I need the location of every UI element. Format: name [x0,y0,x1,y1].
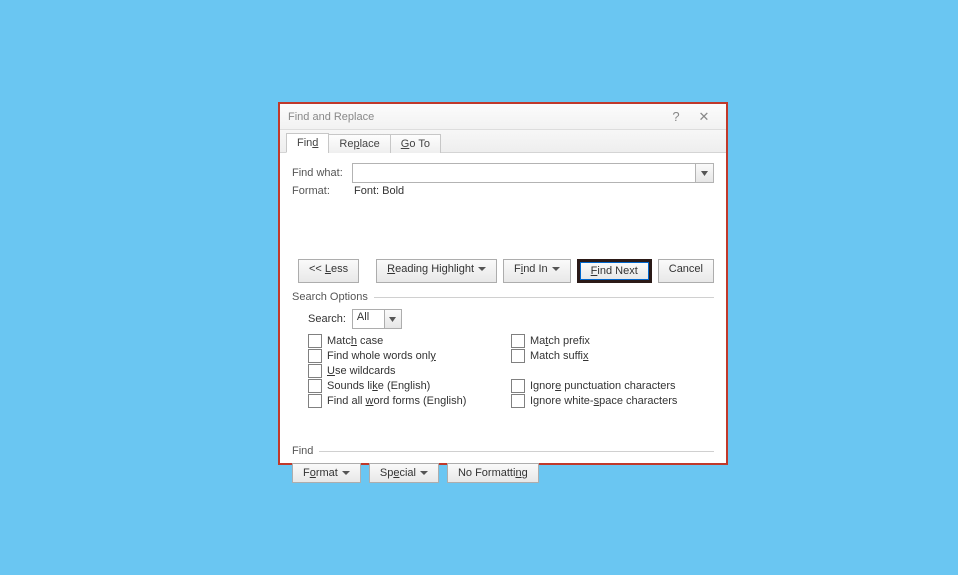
checkbox-icon [308,364,322,378]
match-case-checkbox[interactable]: Match case [308,334,511,348]
caret-down-icon [342,471,350,475]
caret-down-icon [420,471,428,475]
ignore-punct-checkbox[interactable]: Ignore punctuation characters [511,379,714,393]
search-options-legend: Search Options [292,291,368,303]
find-replace-dialog: Find and Replace ? ✕ Find Replace Go To … [278,102,728,465]
less-button[interactable]: << Less [298,259,359,283]
checkbox-icon [308,349,322,363]
format-label: Format: [292,185,352,197]
select-dropdown-icon[interactable] [384,310,401,328]
dialog-content: Find what: Format: Font: Bold << Less Re… [280,153,726,491]
checkbox-icon [511,349,525,363]
word-forms-checkbox[interactable]: Find all word forms (English) [308,394,511,408]
findwhat-textbox[interactable] [353,164,695,182]
find-next-button[interactable]: Find Next [577,259,652,283]
findwhat-label: Find what: [292,167,352,179]
tab-replace[interactable]: Replace [328,134,390,153]
reading-highlight-button[interactable]: Reading Highlight [376,259,497,283]
wildcards-checkbox[interactable]: Use wildcards [308,364,511,378]
options-col-right: Match prefix Match suffix x Ignore punct… [511,333,714,409]
checkbox-icon [511,334,525,348]
find-in-button[interactable]: Find In [503,259,571,283]
tab-find[interactable]: Find [286,133,329,153]
checkbox-icon [511,394,525,408]
caret-down-icon [478,267,486,271]
caret-down-icon [552,267,560,271]
tab-strip: Find Replace Go To [280,130,726,153]
options-col-left: Match case Find whole words only Use wil… [308,333,511,409]
help-icon[interactable]: ? [662,109,690,124]
no-formatting-button[interactable]: No Formatting [447,463,539,483]
titlebar: Find and Replace ? ✕ [280,104,726,130]
whole-words-checkbox[interactable]: Find whole words only [308,349,511,363]
checkbox-icon [308,334,322,348]
findwhat-input[interactable] [352,163,714,183]
match-prefix-checkbox[interactable]: Match prefix [511,334,714,348]
search-direction-value: All [353,310,384,328]
cancel-button[interactable]: Cancel [658,259,714,283]
button-row: << Less Reading Highlight Find In Find N… [292,259,714,283]
format-value: Font: Bold [352,185,404,197]
match-suffix-checkbox[interactable]: Match suffix [511,349,714,363]
checkbox-icon [511,379,525,393]
search-direction-select[interactable]: All [352,309,402,329]
close-icon[interactable]: ✕ [690,109,718,125]
tab-goto[interactable]: Go To [390,134,441,153]
find-legend: Find [292,445,313,457]
findwhat-dropdown-icon[interactable] [695,164,713,182]
find-format-group: Find Format Special No Formatting [292,445,714,483]
ignore-space-checkbox[interactable]: Ignore white-space characters [511,394,714,408]
checkbox-icon [308,379,322,393]
format-button[interactable]: Format [292,463,361,483]
checkbox-icon [308,394,322,408]
search-options-group: Search Options Search: All Match case [292,291,714,409]
special-button[interactable]: Special [369,463,439,483]
sounds-like-checkbox[interactable]: Sounds like (English) [308,379,511,393]
search-direction-label: Search: [308,313,346,325]
dialog-title: Find and Replace [288,111,662,123]
